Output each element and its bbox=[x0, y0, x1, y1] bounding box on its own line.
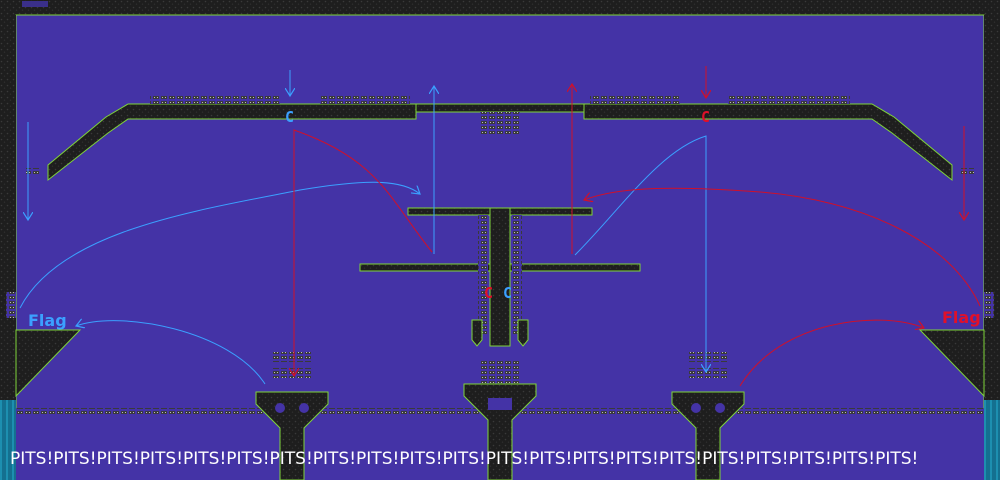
spawn-marker-red-center: C bbox=[484, 284, 494, 302]
block-row bbox=[590, 96, 680, 104]
block-row bbox=[150, 96, 280, 104]
block-stack bbox=[688, 352, 728, 362]
right-wall bbox=[984, 15, 1000, 400]
upper-bridge bbox=[415, 103, 585, 113]
central-pillar bbox=[489, 207, 511, 347]
pillar-blocks-right bbox=[512, 215, 522, 335]
top-marker bbox=[22, 1, 48, 7]
blue-base-blocks bbox=[6, 292, 16, 318]
pillar-blocks-left bbox=[478, 215, 488, 335]
block-row bbox=[320, 96, 410, 104]
pillar-foot-right bbox=[517, 319, 529, 347]
upper-bridge-blocks bbox=[480, 112, 520, 134]
block-stack bbox=[272, 368, 312, 378]
center-blocks bbox=[480, 360, 520, 384]
spawn-marker-blue-upper: C bbox=[285, 108, 295, 126]
left-wall bbox=[0, 15, 16, 400]
pits-banner: PITS!PITS!PITS!PITS!PITS!PITS!PITS!PITS!… bbox=[10, 449, 919, 469]
block-stack bbox=[272, 352, 312, 362]
pillar-foot-left bbox=[471, 319, 483, 347]
spawn-marker-blue-center: C bbox=[503, 284, 513, 302]
block-stack bbox=[688, 368, 728, 378]
game-map bbox=[0, 0, 1000, 480]
block-stack bbox=[960, 168, 974, 176]
red-flag-label: Flag bbox=[942, 308, 981, 327]
red-base-blocks bbox=[984, 292, 994, 318]
spawn-marker-red-upper: C bbox=[701, 108, 711, 126]
blue-flag-label: Flag bbox=[28, 311, 67, 330]
block-row bbox=[728, 96, 850, 104]
